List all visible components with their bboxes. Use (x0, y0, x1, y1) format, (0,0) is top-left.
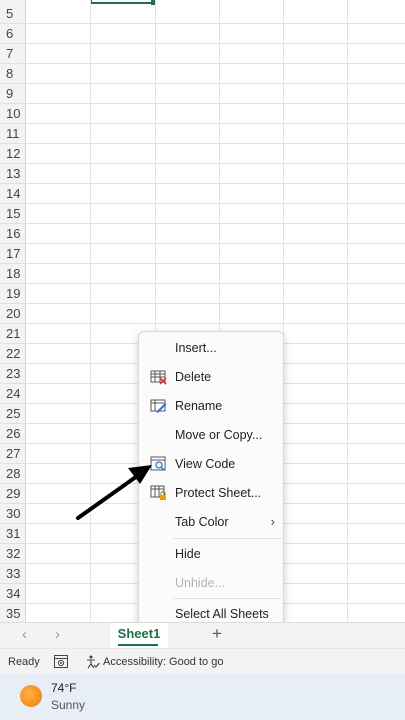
row-gridline (26, 203, 405, 204)
accessibility-status[interactable]: Accessibility: Good to go (103, 656, 223, 668)
row-number[interactable]: 34 (0, 584, 26, 604)
accessibility-icon[interactable] (86, 655, 100, 669)
menu-item-insert[interactable]: Insert... (139, 335, 283, 361)
menu-item-label: Unhide... (175, 576, 226, 590)
row-number[interactable]: 8 (0, 64, 26, 84)
row-number[interactable]: 23 (0, 364, 26, 384)
row-gridline (26, 303, 405, 304)
tab-sheet1[interactable]: Sheet1 (110, 623, 168, 649)
column-gridline (347, 0, 348, 622)
protect-sheet-icon (150, 485, 166, 500)
row-number[interactable]: 5 (0, 4, 26, 24)
weather-temperature[interactable]: 74°F (51, 681, 76, 695)
sheet-tab-bar: ‹ › Sheet1 + (0, 622, 405, 649)
row-header: 5 6 7 8 9 10 11 12 13 14 15 16 17 18 19 20 21 22 23 24 25 26 2… (0, 0, 26, 622)
row-number[interactable]: 17 (0, 244, 26, 264)
row-number[interactable]: 33 (0, 564, 26, 584)
row-number[interactable]: 15 (0, 204, 26, 224)
row-number[interactable]: 6 (0, 24, 26, 44)
chevron-right-icon[interactable]: › (55, 626, 60, 643)
menu-item-hide[interactable]: Hide (139, 541, 283, 567)
menu-item-unhide: Unhide... (139, 570, 283, 596)
chevron-right-icon: › (270, 514, 275, 529)
menu-item-move-or-copy[interactable]: Move or Copy... (139, 422, 283, 448)
row-number[interactable]: 9 (0, 84, 26, 104)
row-number[interactable]: 24 (0, 384, 26, 404)
taskbar: 74°F Sunny (0, 674, 405, 720)
row-number[interactable]: 7 (0, 44, 26, 64)
row-number[interactable]: 16 (0, 224, 26, 244)
status-ready-text: Ready (8, 656, 40, 668)
row-gridline (26, 243, 405, 244)
menu-item-delete[interactable]: Delete (139, 364, 283, 390)
row-gridline (26, 43, 405, 44)
row-number[interactable]: 14 (0, 184, 26, 204)
status-bar: Ready Accessibility: Good to go (0, 648, 405, 674)
row-number[interactable]: 10 (0, 104, 26, 124)
sunny-weather-icon[interactable] (20, 685, 42, 707)
row-number[interactable]: 20 (0, 304, 26, 324)
view-code-icon (150, 456, 166, 471)
row-number[interactable]: 21 (0, 324, 26, 344)
row-number[interactable]: 30 (0, 504, 26, 524)
menu-divider (173, 598, 281, 599)
row-gridline (26, 283, 405, 284)
menu-item-label: Rename (175, 399, 223, 413)
row-gridline (26, 323, 405, 324)
row-gridline (26, 183, 405, 184)
rename-sheet-icon (150, 399, 167, 413)
macro-recording-icon[interactable] (54, 655, 68, 668)
row-gridline (26, 263, 405, 264)
row-number[interactable]: 13 (0, 164, 26, 184)
row-number[interactable]: 28 (0, 464, 26, 484)
menu-item-label: Tab Color (175, 515, 229, 529)
chevron-left-icon[interactable]: ‹ (22, 626, 27, 643)
row-number[interactable]: 31 (0, 524, 26, 544)
menu-item-tab-color[interactable]: Tab Color › (139, 509, 283, 535)
menu-item-view-code[interactable]: View Code (139, 451, 283, 477)
row-number[interactable]: 11 (0, 124, 26, 144)
menu-item-label: Insert... (175, 341, 217, 355)
row-gridline (26, 143, 405, 144)
row-gridline (26, 123, 405, 124)
menu-divider (173, 538, 281, 539)
row-number[interactable]: 29 (0, 484, 26, 504)
active-tab-indicator (118, 644, 158, 646)
menu-item-label: Move or Copy... (175, 428, 263, 442)
row-gridline (26, 83, 405, 84)
active-cell[interactable] (90, 0, 155, 4)
sheet-tab-label: Sheet1 (117, 626, 161, 641)
row-number[interactable]: 27 (0, 444, 26, 464)
row-number[interactable]: 19 (0, 284, 26, 304)
row-gridline (26, 23, 405, 24)
add-sheet-button[interactable]: + (212, 624, 222, 644)
row-number[interactable]: 12 (0, 144, 26, 164)
row-gridline (26, 103, 405, 104)
menu-item-rename[interactable]: Rename (139, 393, 283, 419)
weather-condition[interactable]: Sunny (51, 698, 85, 712)
menu-item-label: Protect Sheet... (175, 486, 262, 500)
row-number[interactable]: 18 (0, 264, 26, 284)
row-number[interactable]: 26 (0, 424, 26, 444)
delete-sheet-icon (150, 370, 167, 385)
menu-item-label: Hide (175, 547, 201, 561)
row-gridline (26, 163, 405, 164)
row-number[interactable]: 32 (0, 544, 26, 564)
row-number[interactable]: 25 (0, 404, 26, 424)
menu-item-protect-sheet[interactable]: Protect Sheet... (139, 480, 283, 506)
column-gridline (90, 0, 91, 622)
menu-item-label: View Code (175, 457, 236, 471)
row-gridline (26, 223, 405, 224)
menu-item-label: Select All Sheets (175, 607, 269, 621)
row-number[interactable]: 35 (0, 604, 26, 622)
row-gridline (26, 63, 405, 64)
row-number[interactable]: 22 (0, 344, 26, 364)
sheet-context-menu: Insert... Delete Rename Move or Copy... … (138, 331, 284, 631)
menu-item-label: Delete (175, 370, 212, 384)
